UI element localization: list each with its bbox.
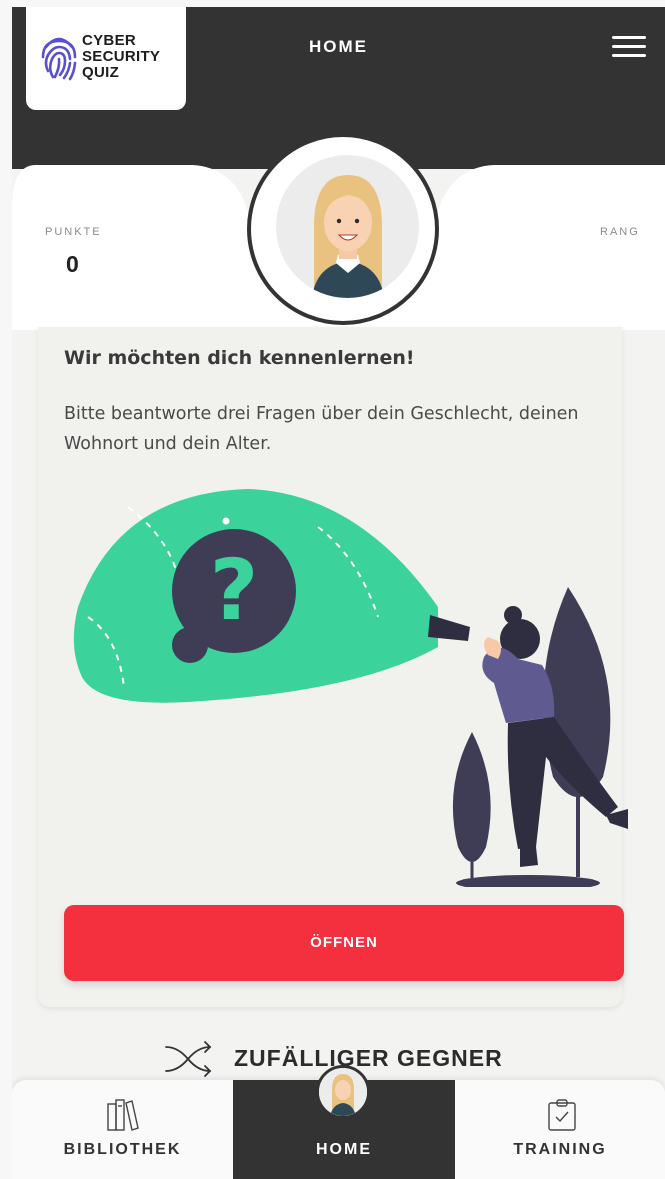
random-opponent-label: ZUFÄLLIGER GEGNER — [234, 1045, 503, 1071]
nav-home[interactable]: HOME — [233, 1065, 455, 1179]
page-title: HOME — [309, 37, 368, 56]
open-button[interactable]: ÖFFNEN — [64, 905, 624, 981]
points-value: 0 — [66, 251, 79, 277]
nav-training-label: TRAINING — [513, 1141, 607, 1158]
avatar-image — [276, 155, 419, 298]
app-frame: CYBER SECURITY QUIZ HOME PUNKTE 0 RANG W… — [12, 7, 665, 1179]
rank-label: RANG — [600, 226, 640, 238]
bottom-navigation: BIBLIOTHEK HOME TRAINING — [12, 1065, 665, 1179]
logo-line-3: QUIZ — [82, 64, 120, 81]
flashlight-illustration: ? — [73, 489, 628, 887]
profile-avatar[interactable] — [247, 133, 439, 325]
svg-text:?: ? — [210, 541, 259, 639]
app-logo[interactable]: CYBER SECURITY QUIZ — [26, 7, 186, 110]
hamburger-menu-icon[interactable] — [612, 36, 648, 58]
card-title: Wir möchten dich kennenlernen! — [64, 347, 415, 369]
avatar — [316, 1065, 370, 1119]
nav-home-label: HOME — [316, 1141, 372, 1158]
clipboard-check-icon — [548, 1099, 576, 1131]
card-description: Bitte beantworte drei Fragen über dein G… — [64, 404, 579, 454]
nav-bibliothek[interactable]: BIBLIOTHEK — [12, 1080, 233, 1179]
nav-training[interactable]: TRAINING — [455, 1080, 665, 1179]
onboarding-card: Wir möchten dich kennenlernen! Bitte bea… — [38, 327, 628, 1007]
shuffle-icon — [165, 1041, 212, 1077]
nav-bibliothek-label: BIBLIOTHEK — [63, 1141, 182, 1158]
points-label: PUNKTE — [45, 226, 102, 238]
books-icon — [107, 1099, 139, 1131]
